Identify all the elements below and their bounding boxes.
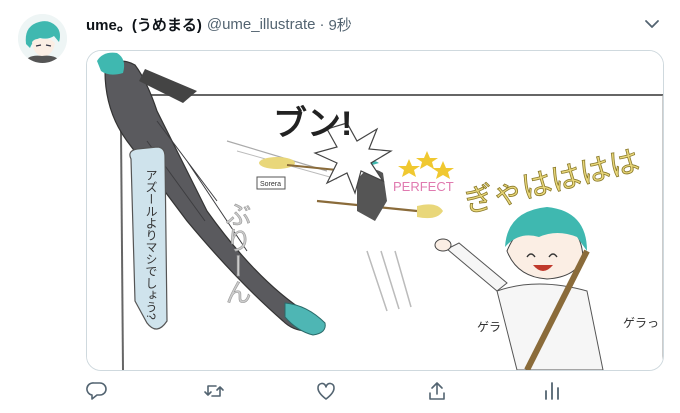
sfx-top: ブン! <box>273 104 352 143</box>
avatar[interactable] <box>18 14 67 63</box>
tweet-header: ume。(うめまる) @ume_illustrate · 9秒 <box>86 13 352 35</box>
separator-dot: · <box>319 15 325 33</box>
user-handle[interactable]: @ume_illustrate <box>207 16 316 33</box>
like-icon[interactable] <box>315 380 337 402</box>
retweet-icon[interactable] <box>203 380 225 402</box>
sfx-gura-right: ゲラっ <box>623 316 659 330</box>
speech-bubble-text: アズールよりマシでしょう? <box>144 169 158 320</box>
share-icon[interactable] <box>426 380 448 402</box>
tweet-card: ume。(うめまる) @ume_illustrate · 9秒 アズールよりマシ… <box>0 0 680 413</box>
sfx-swing: ぶりーん <box>222 201 252 305</box>
analytics-icon[interactable] <box>541 380 563 402</box>
reply-icon[interactable] <box>86 380 108 402</box>
tweet-actions <box>86 378 662 406</box>
chevron-down-icon[interactable] <box>642 14 662 34</box>
display-name[interactable]: ume。(うめまる) <box>86 14 202 35</box>
sfx-gura-left: ゲラ <box>477 320 501 334</box>
perfect-text: PERFECT <box>393 179 454 194</box>
tweet-image[interactable]: アズールよりマシでしょう? ぶりーん ブン! Sorera PERFECT ぎゃ… <box>86 50 664 371</box>
sign-text: Sorera <box>260 181 281 188</box>
timestamp[interactable]: 9秒 <box>328 14 351 35</box>
speech-bubble: アズールよりマシでしょう? <box>129 146 168 330</box>
